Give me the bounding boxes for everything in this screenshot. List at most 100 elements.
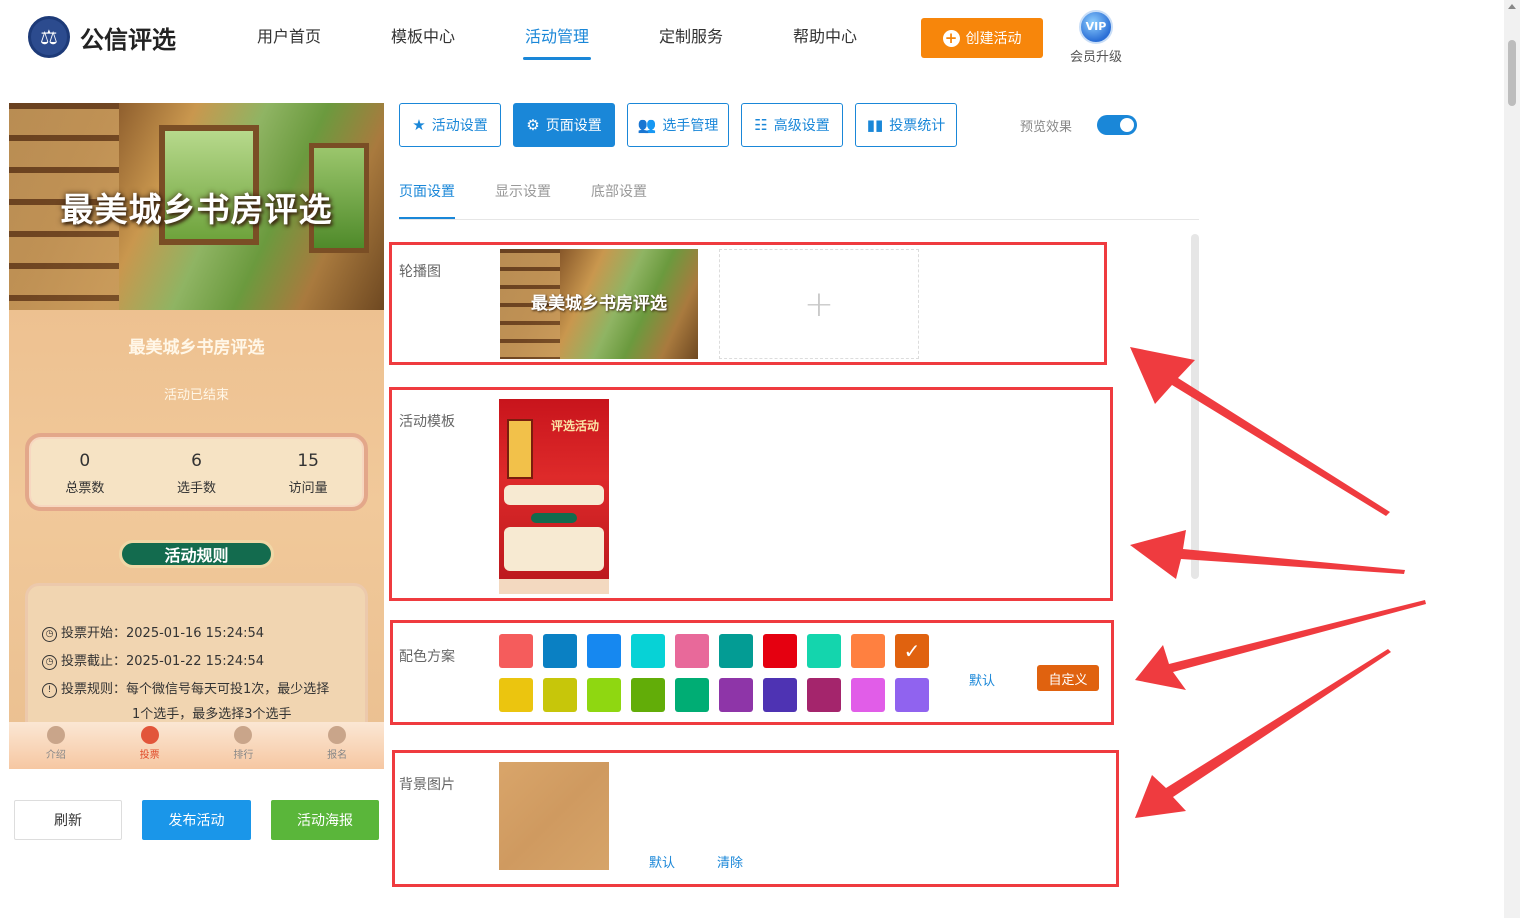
- stat-value: 0: [79, 451, 91, 471]
- background-image[interactable]: [499, 762, 609, 870]
- stats-card: 0 总票数 6 选手数 15 访问量: [25, 433, 368, 511]
- color-swatch[interactable]: [675, 678, 709, 712]
- stat-contestants: 6 选手数: [141, 437, 253, 507]
- tab-label: 投票: [139, 750, 160, 761]
- subtab-page-settings[interactable]: 页面设置: [399, 181, 455, 201]
- activity-title: 最美城乡书房评选: [128, 338, 265, 358]
- tab-label: 排行: [233, 750, 254, 761]
- color-swatch[interactable]: [587, 678, 621, 712]
- color-swatch[interactable]: [631, 678, 665, 712]
- color-swatch[interactable]: [631, 634, 665, 668]
- subtab-display-settings[interactable]: 显示设置: [495, 181, 551, 201]
- tab-signup[interactable]: 报名: [290, 722, 384, 769]
- carousel-label: 轮播图: [399, 264, 441, 280]
- nav-custom-service[interactable]: 定制服务: [624, 0, 758, 70]
- tool-advanced-settings[interactable]: ☷ 高级设置: [741, 103, 843, 147]
- tool-label: 页面设置: [545, 118, 602, 134]
- check-icon: ✓: [903, 639, 921, 663]
- nav-help[interactable]: 帮助中心: [758, 0, 892, 70]
- template-label: 活动模板: [399, 414, 455, 430]
- arrow-to-colors: [1135, 600, 1426, 690]
- color-swatch[interactable]: [543, 634, 577, 668]
- stat-value: 15: [297, 451, 319, 471]
- create-activity-button[interactable]: + 创建活动: [921, 18, 1043, 58]
- vip-upgrade[interactable]: VIP 会员升级: [1066, 10, 1126, 65]
- lantern-icon: [328, 726, 347, 744]
- color-swatch[interactable]: [851, 634, 885, 668]
- logo[interactable]: ⚖ 公信评选: [28, 16, 176, 58]
- subtab-footer-settings[interactable]: 底部设置: [591, 181, 647, 201]
- activity-status: 活动已结束: [163, 388, 229, 403]
- rule-end: ◷ 投票截止：2025-01-22 15:24:54: [42, 648, 351, 676]
- color-swatch[interactable]: [807, 634, 841, 668]
- preview-toggle[interactable]: [1097, 115, 1137, 135]
- toggle-knob: [1120, 118, 1134, 132]
- color-swatch[interactable]: [719, 634, 753, 668]
- nav-templates[interactable]: 模板中心: [356, 0, 490, 70]
- template-thumbnail[interactable]: 评选活动: [499, 399, 609, 594]
- color-default-link[interactable]: 默认: [969, 670, 995, 689]
- page-scrollbar[interactable]: [1504, 0, 1520, 918]
- arrow-to-carousel: [1130, 347, 1390, 516]
- settings-scrollbar[interactable]: [1191, 234, 1199, 579]
- tab-vote[interactable]: 投票: [103, 722, 197, 769]
- scrollbar-thumb[interactable]: [1508, 40, 1516, 106]
- arrow-to-template: [1130, 530, 1405, 579]
- plus-icon: +: [803, 283, 835, 325]
- hero-banner: 最美城乡书房评选: [9, 103, 384, 310]
- tool-page-settings[interactable]: ⚙ 页面设置: [513, 103, 615, 147]
- tool-vote-statistics[interactable]: ▮▮ 投票统计: [855, 103, 957, 147]
- mobile-preview: 最美城乡书房评选 最美城乡书房评选 活动已结束 0 总票数 6 选手数 15 访…: [9, 103, 384, 769]
- add-image-button[interactable]: +: [719, 249, 919, 359]
- tool-contestant-management[interactable]: 👥 选手管理: [627, 103, 729, 147]
- rule-end-text: 投票截止：2025-01-22 15:24:54: [61, 654, 265, 669]
- custom-color-button[interactable]: 自定义: [1037, 665, 1099, 691]
- refresh-button[interactable]: 刷新: [14, 800, 122, 840]
- color-swatch[interactable]: [719, 678, 753, 712]
- vip-badge-icon: VIP: [1079, 10, 1113, 44]
- color-swatch[interactable]: [499, 634, 533, 668]
- stat-total-votes: 0 总票数: [29, 437, 141, 507]
- tool-label: 活动设置: [431, 118, 488, 134]
- stat-label: 选手数: [177, 481, 217, 496]
- stat-visits: 15 访问量: [252, 437, 364, 507]
- publish-activity-button[interactable]: 发布活动: [142, 800, 251, 840]
- nav-activity-management[interactable]: 活动管理: [490, 0, 624, 70]
- scroll-up-icon[interactable]: [1508, 4, 1516, 9]
- gear-icon: ⚙: [526, 116, 540, 134]
- tab-intro[interactable]: 介绍: [9, 722, 103, 769]
- rule-voting: ! 投票规则：每个微信号每天可投1次，最少选择: [42, 676, 351, 704]
- clock-icon: ◷: [42, 655, 57, 670]
- background-label: 背景图片: [399, 777, 455, 793]
- clock-icon: ◷: [42, 627, 57, 642]
- hero-title: 最美城乡书房评选: [60, 190, 333, 229]
- tab-label: 介绍: [45, 750, 66, 761]
- scales-emblem-icon: ⚖: [28, 16, 70, 58]
- color-swatch[interactable]: [675, 634, 709, 668]
- stat-value: 6: [191, 451, 202, 471]
- tool-activity-settings[interactable]: ★ 活动设置: [399, 103, 501, 147]
- color-swatch[interactable]: [543, 678, 577, 712]
- color-swatch[interactable]: ✓: [895, 634, 929, 668]
- carousel-image[interactable]: 最美城乡书房评选: [500, 249, 698, 359]
- lantern-icon: [46, 726, 65, 744]
- tool-label: 投票统计: [889, 118, 946, 134]
- settings-subtabs: 页面设置 显示设置 底部设置: [399, 170, 1199, 220]
- nav-home[interactable]: 用户首页: [222, 0, 356, 70]
- tool-label: 选手管理: [662, 118, 719, 134]
- color-swatch[interactable]: [587, 634, 621, 668]
- stat-label: 访问量: [288, 481, 328, 496]
- background-clear-link[interactable]: 清除: [717, 852, 743, 871]
- subtab-indicator: [399, 217, 455, 219]
- users-icon: 👥: [637, 116, 657, 134]
- color-swatch[interactable]: [763, 634, 797, 668]
- activity-poster-button[interactable]: 活动海报: [271, 800, 379, 840]
- color-swatch[interactable]: [763, 678, 797, 712]
- color-swatch[interactable]: [499, 678, 533, 712]
- carousel-image-title: 最美城乡书房评选: [531, 294, 667, 314]
- tab-ranking[interactable]: 排行: [197, 722, 291, 769]
- color-swatch[interactable]: [807, 678, 841, 712]
- color-swatch[interactable]: [851, 678, 885, 712]
- color-swatch[interactable]: [895, 678, 929, 712]
- background-default-link[interactable]: 默认: [649, 852, 675, 871]
